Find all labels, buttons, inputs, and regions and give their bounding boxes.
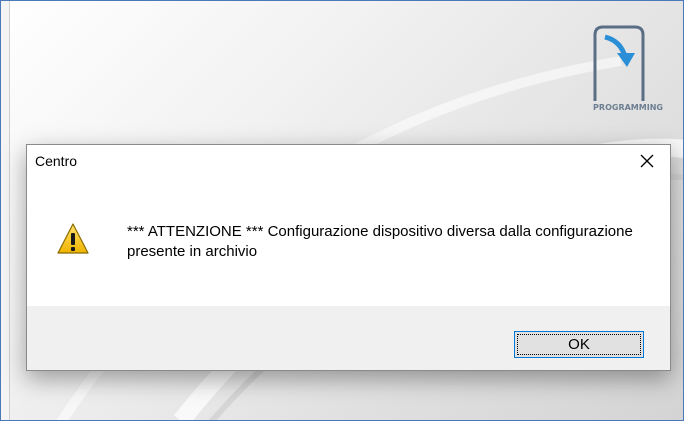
left-panel-edge [1, 1, 10, 420]
dialog-message: *** ATTENZIONE *** Configurazione dispos… [127, 223, 633, 260]
dialog-titlebar: Centro [27, 145, 670, 176]
message-dialog: Centro *** ATTENZIONE *** Configurazione… [26, 144, 671, 371]
programming-logo: PROGRAMMING [583, 21, 669, 123]
ok-button[interactable]: OK [514, 331, 644, 358]
close-button[interactable] [624, 145, 670, 176]
main-app-window: PROGRAMMING Centro *** ATTENZIONE *** Co… [0, 0, 684, 421]
close-icon [640, 154, 654, 167]
programming-logo-label: PROGRAMMING [593, 103, 663, 112]
warning-icon [57, 223, 89, 254]
dialog-title: Centro [35, 153, 78, 169]
dialog-footer: OK [27, 306, 670, 370]
dialog-body: *** ATTENZIONE *** Configurazione dispos… [27, 176, 670, 306]
programming-arrow-icon [593, 25, 645, 101]
ok-button-label: OK [517, 334, 641, 355]
